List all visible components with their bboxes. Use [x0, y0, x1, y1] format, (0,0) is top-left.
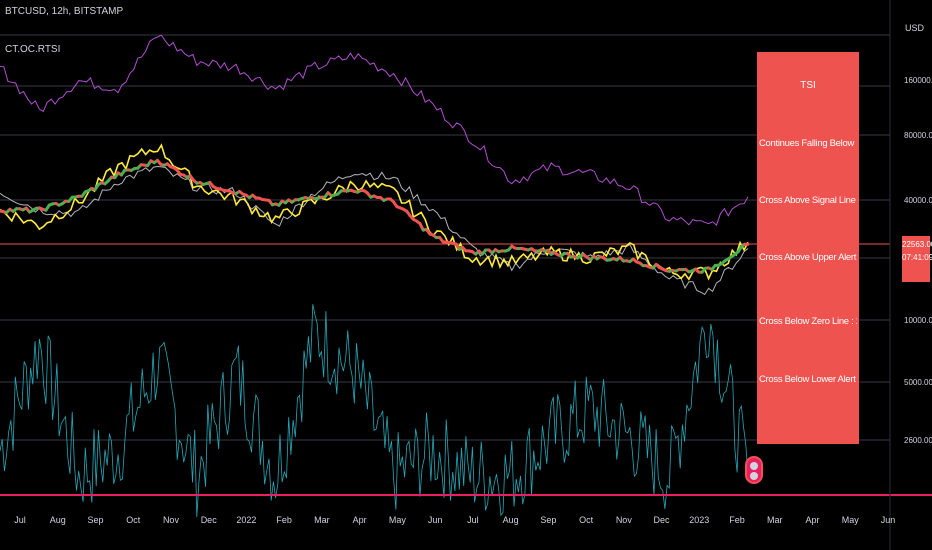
data-point	[78, 212, 80, 214]
time-tick-label: Jun	[881, 515, 896, 525]
data-point	[432, 228, 434, 230]
time-tick-label: Feb	[729, 515, 745, 525]
data-point	[708, 290, 710, 292]
series-line-white	[0, 165, 749, 296]
time-axis: Jul Aug Sep Oct Nov Dec 2022 Feb Mar Apr May Jun Jul…	[14, 515, 895, 525]
time-tick-label: Apr	[353, 515, 367, 525]
data-point	[275, 474, 277, 476]
time-tick-label: Dec	[654, 515, 671, 525]
time-tick-label: Mar	[767, 515, 783, 525]
current-price-value: 22563.00	[902, 240, 932, 249]
data-point	[472, 474, 474, 476]
time-tick-label: Sep	[87, 515, 103, 525]
time-tick-label: Nov	[163, 515, 180, 525]
data-point	[117, 87, 119, 89]
price-tick-label: 40000.00	[904, 196, 932, 205]
data-point	[157, 363, 159, 365]
series-line-cyan	[0, 304, 749, 517]
flag-stripe	[750, 472, 758, 480]
data-point	[117, 180, 119, 182]
price-tick-label: 5000.00	[904, 378, 932, 387]
data-point	[708, 225, 710, 227]
data-point	[314, 66, 316, 68]
data-point	[668, 218, 670, 220]
time-tick-label: Sep	[540, 515, 556, 525]
data-point	[354, 55, 356, 57]
time-tick-label: Jun	[428, 515, 443, 525]
data-point	[590, 409, 592, 411]
time-tick-label: Aug	[50, 515, 66, 525]
data-point	[117, 449, 119, 451]
price-tick-label: 2600.00	[904, 436, 932, 445]
series-layer	[0, 34, 750, 517]
data-point	[235, 370, 237, 372]
tsi-info-panel: TSI Continues Falling Below (Eq) : 23178…	[757, 52, 859, 444]
tsi-title: TSI	[800, 80, 816, 91]
time-tick-label: Mar	[314, 515, 330, 525]
tsi-row: Cross Below Zero Line : 21866.63	[759, 316, 857, 327]
data-point	[354, 170, 356, 172]
data-point	[629, 248, 631, 250]
tsi-row: Cross Above Signal Line : 27656.8	[759, 195, 857, 206]
data-point	[708, 272, 710, 274]
series-line-yellow	[0, 143, 749, 281]
current-price-tag[interactable]: 22563.00 07:41:09	[902, 236, 932, 282]
time-tick-label: Jul	[14, 515, 26, 525]
tsi-row: Cross Below Lower Alert Line : 3686.04	[759, 374, 857, 385]
data-point	[629, 187, 631, 189]
data-point	[0, 191, 1, 193]
data-point	[39, 225, 41, 227]
data-point	[275, 225, 277, 227]
time-tick-label: 2022	[236, 515, 256, 525]
data-point	[511, 262, 513, 264]
axis-unit: USD	[905, 23, 925, 33]
tsi-row: Continues Falling Below (Eq) : 23178.33	[759, 138, 857, 149]
time-tick-label: 2023	[689, 515, 709, 525]
data-point	[550, 436, 552, 438]
us-flag-icon[interactable]	[745, 456, 763, 484]
data-point	[196, 474, 198, 476]
price-tick-label: 160000.00	[904, 76, 932, 85]
data-point	[354, 370, 356, 372]
data-point	[708, 313, 710, 315]
time-tick-label: Jul	[467, 515, 479, 525]
data-point	[550, 166, 552, 168]
symbol-label[interactable]: BTCUSD, 12h, BITSTAMP	[5, 6, 123, 17]
price-tick-label: 80000.00	[904, 131, 932, 140]
tsi-row: Cross Above Upper Alert Line : 38482.47	[759, 252, 857, 263]
data-point	[393, 178, 395, 180]
time-tick-label: Dec	[201, 515, 218, 525]
data-point	[275, 218, 277, 220]
time-tick-label: Oct	[579, 515, 594, 525]
data-point	[472, 138, 474, 140]
data-point	[196, 60, 198, 62]
indicator-label[interactable]: CT.OC.RTSI	[5, 44, 60, 55]
time-tick-label: Aug	[503, 515, 519, 525]
time-tick-label: Nov	[616, 515, 633, 525]
time-tick-label: Apr	[806, 515, 820, 525]
bar-countdown: 07:41:09	[902, 253, 932, 262]
data-point	[629, 248, 631, 250]
data-point	[314, 191, 316, 193]
data-point	[590, 174, 592, 176]
price-tick-label: 10000.00	[904, 316, 932, 325]
time-tick-label: Feb	[276, 515, 292, 525]
time-tick-label: Oct	[126, 515, 141, 525]
time-tick-label: May	[842, 515, 860, 525]
data-point	[314, 332, 316, 334]
data-point	[511, 474, 513, 476]
data-point	[393, 191, 395, 193]
data-point	[472, 248, 474, 250]
flag-stripe	[750, 462, 758, 470]
data-point	[511, 180, 513, 182]
data-point	[157, 145, 159, 147]
time-tick-label: May	[389, 515, 407, 525]
